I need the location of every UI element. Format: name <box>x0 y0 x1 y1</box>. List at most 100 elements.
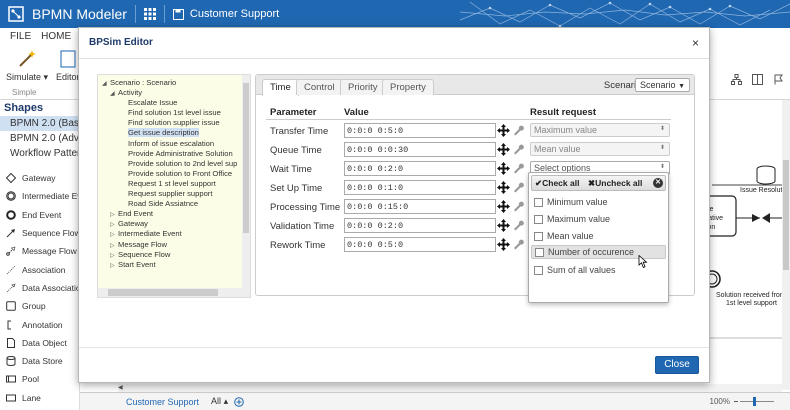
result-request-select[interactable]: Maximum value ⬍ <box>530 123 670 137</box>
diagram-canvas[interactable]: Issue Resoluti ide trative tion Solution… <box>697 100 790 390</box>
tab-control[interactable]: Control <box>296 79 343 95</box>
grid-menu-icon[interactable] <box>143 8 156 20</box>
page-tab-customer-support[interactable]: Customer Support <box>120 397 205 407</box>
collapsed-arrow-icon[interactable]: ▷ <box>110 230 118 240</box>
add-page-icon[interactable] <box>234 396 244 407</box>
expanded-arrow-icon[interactable]: ◢ <box>102 79 110 89</box>
shape-item-intermediate-event[interactable]: Intermediate Event <box>0 187 79 205</box>
checkbox[interactable] <box>534 265 543 275</box>
uncheck-all-button[interactable]: ✖Uncheck all <box>588 178 642 189</box>
tree-node-item[interactable]: Provide solution to 2nd level sup <box>102 159 250 169</box>
save-document-icon[interactable] <box>172 8 184 20</box>
tree-node-item[interactable]: Find solution 1st level issue <box>102 108 250 118</box>
shape-item-data-object[interactable]: Data Object <box>0 334 79 352</box>
tree-node-activity[interactable]: ◢ Activity <box>102 88 250 98</box>
tree-node-root[interactable]: ◢ Scenario : Scenario <box>102 78 250 88</box>
zoom-slider-thumb[interactable] <box>753 397 756 406</box>
tab-time[interactable]: Time <box>262 79 299 96</box>
page-tab-all[interactable]: All ▴ <box>205 396 234 407</box>
checkbox[interactable] <box>534 197 543 207</box>
shapes-category[interactable]: BPMN 2.0 (Advanced) <box>0 131 79 146</box>
tree-node-item[interactable]: Request supplier support <box>102 189 250 199</box>
tree-node-end-event[interactable]: ▷ End Event <box>102 209 250 219</box>
parameter-value-input[interactable]: 0:0:0 0:15:0 <box>344 199 496 214</box>
scenario-select[interactable]: Scenario ▼ <box>635 78 690 92</box>
layout-icon[interactable] <box>752 74 763 85</box>
simulate-button[interactable]: Simulate ▾ <box>6 48 48 83</box>
shape-item-data-store[interactable]: Data Store <box>0 352 79 370</box>
parameter-value-input[interactable]: 0:0:0 0:1:0 <box>344 180 496 195</box>
move-arrows-icon[interactable] <box>497 143 510 156</box>
wrench-icon[interactable] <box>512 200 524 212</box>
dialog-close-icon[interactable]: × <box>692 36 699 50</box>
tree-node-gateway[interactable]: ▷ Gateway <box>102 219 250 229</box>
scrollbar-thumb[interactable] <box>243 83 249 233</box>
zoom-slider[interactable] <box>740 401 774 402</box>
scrollbar-thumb[interactable] <box>783 160 789 270</box>
tree-node-start-event[interactable]: ▷ Start Event <box>102 260 250 270</box>
shape-item-group[interactable]: Group <box>0 297 79 315</box>
check-all-button[interactable]: ✔Check all <box>535 178 579 189</box>
parameter-value-input[interactable]: 0:0:0 0:5:0 <box>344 237 496 252</box>
move-arrows-icon[interactable] <box>497 162 510 175</box>
tree-node-item[interactable]: Inform of issue escalation <box>102 139 250 149</box>
wrench-icon[interactable] <box>512 181 524 193</box>
shape-item-message-flow[interactable]: Message Flow <box>0 242 79 260</box>
tab-priority[interactable]: Priority <box>340 79 386 95</box>
flag-icon[interactable] <box>773 74 784 85</box>
shape-item-lane[interactable]: Lane <box>0 389 79 407</box>
tree-node-item[interactable]: Provide Administrative Solution <box>102 149 250 159</box>
wrench-icon[interactable] <box>512 238 524 250</box>
expanded-arrow-icon[interactable]: ◢ <box>110 89 118 99</box>
shape-item-association[interactable]: Association <box>0 260 79 278</box>
shape-item-end-event[interactable]: End Event <box>0 206 79 224</box>
tree-vertical-scrollbar[interactable] <box>242 75 250 289</box>
scroll-left-icon[interactable]: ◀ <box>118 385 124 391</box>
close-popup-icon[interactable]: ✕ <box>653 178 663 188</box>
tree-node-item[interactable]: Road Side Assiatnce <box>102 199 250 209</box>
move-arrows-icon[interactable] <box>497 124 510 137</box>
document-title[interactable]: Customer Support <box>190 8 279 20</box>
tree-node-item-selected[interactable]: Get issue description <box>102 128 250 138</box>
move-arrows-icon[interactable] <box>497 200 510 213</box>
move-arrows-icon[interactable] <box>497 238 510 251</box>
tree-horizontal-scrollbar[interactable] <box>98 288 250 297</box>
wrench-icon[interactable] <box>512 219 524 231</box>
parameter-value-input[interactable]: 0:0:0 0:2:0 <box>344 161 496 176</box>
zoom-out-icon[interactable] <box>734 401 738 402</box>
scrollbar-thumb[interactable] <box>108 289 218 296</box>
tree-node-sequence-flow[interactable]: ▷ Sequence Flow <box>102 250 250 260</box>
shape-item-annotation[interactable]: Annotation <box>0 315 79 333</box>
shape-item-data-association[interactable]: Data Association <box>0 279 79 297</box>
tab-property[interactable]: Property <box>382 79 434 95</box>
wrench-icon[interactable] <box>512 162 524 174</box>
close-button[interactable]: Close <box>655 356 699 374</box>
option-maximum-value[interactable]: Maximum value <box>531 212 666 226</box>
tree-node-item[interactable]: Find solution supplier issue <box>102 118 250 128</box>
hierarchy-icon[interactable] <box>731 74 742 85</box>
parameter-value-input[interactable]: 0:0:0 0:0:30 <box>344 142 496 157</box>
shapes-category[interactable]: BPMN 2.0 (Basic) <box>0 116 79 131</box>
canvas-vertical-scrollbar[interactable] <box>782 100 790 390</box>
result-request-select[interactable]: Mean value ⬍ <box>530 142 670 156</box>
menu-home[interactable]: HOME <box>41 31 71 42</box>
checkbox[interactable] <box>535 247 544 257</box>
tree-node-message-flow[interactable]: ▷ Message Flow <box>102 240 250 250</box>
menu-file[interactable]: FILE <box>10 31 31 42</box>
shape-item-pool[interactable]: Pool <box>0 370 79 388</box>
shape-item-gateway[interactable]: Gateway <box>0 169 79 187</box>
checkbox[interactable] <box>534 231 543 241</box>
shape-item-sequence-flow[interactable]: Sequence Flow <box>0 224 79 242</box>
option-minimum-value[interactable]: Minimum value <box>531 195 666 209</box>
editor-button[interactable]: Editor <box>56 48 80 82</box>
tree-node-item[interactable]: Escalate Issue <box>102 98 250 108</box>
tree-node-intermediate-event[interactable]: ▷ Intermediate Event <box>102 229 250 239</box>
shapes-category[interactable]: Workflow Patterns <box>0 146 79 161</box>
wrench-icon[interactable] <box>512 124 524 136</box>
tree-node-item[interactable]: Request 1 st level support <box>102 179 250 189</box>
move-arrows-icon[interactable] <box>497 181 510 194</box>
move-arrows-icon[interactable] <box>497 219 510 232</box>
wrench-icon[interactable] <box>512 143 524 155</box>
data-store-shape[interactable] <box>756 165 776 185</box>
canvas-horizontal-scrollbar[interactable]: ◀ <box>118 384 782 392</box>
